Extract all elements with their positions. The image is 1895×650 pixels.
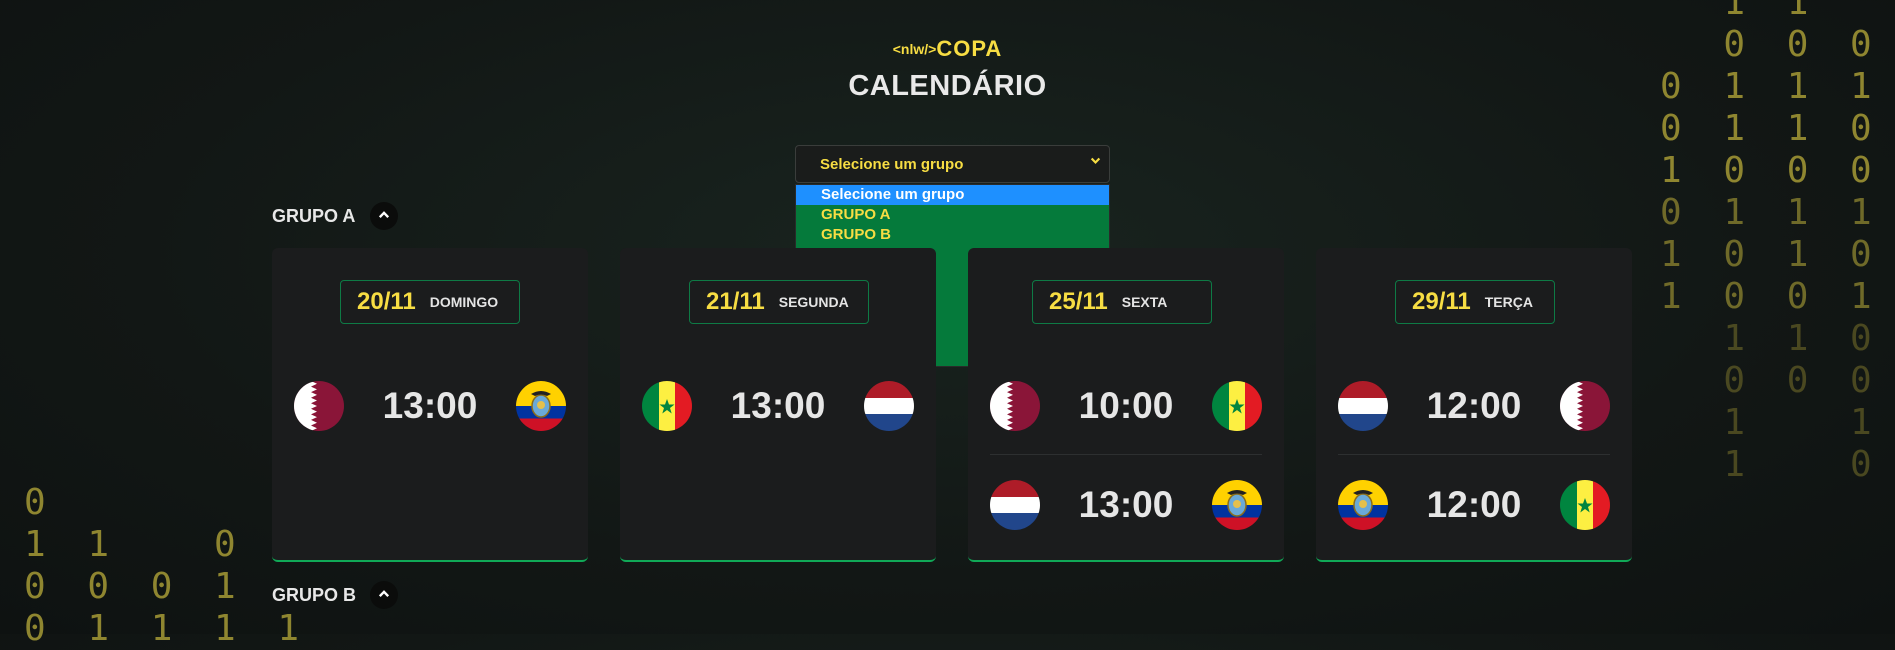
- match: 13:00: [990, 480, 1262, 532]
- match: 13:00: [294, 381, 566, 433]
- chevron-down-icon: [1090, 154, 1101, 169]
- match-date: 20/11 DOMINGO: [340, 280, 520, 324]
- match-day-card: 21/11 SEGUNDA 13:00: [620, 248, 936, 562]
- page-header: <nlw/>COPA CALENDÁRIO: [0, 36, 1895, 103]
- chevron-up-icon: [378, 209, 390, 224]
- flag-netherlands-icon: [864, 381, 914, 431]
- logo-name: COPA: [936, 36, 1003, 61]
- match-divider: [990, 454, 1262, 455]
- match-date: 21/11 SEGUNDA: [689, 280, 869, 324]
- match-date: 29/11 TERÇA: [1395, 280, 1555, 324]
- binary-decoration-left: 01 1 00 0 0 10 1 1 1 1: [24, 482, 310, 649]
- weekday-label: TERÇA: [1484, 294, 1533, 310]
- dropdown-option-grupo-a[interactable]: GRUPO A: [796, 205, 1109, 225]
- dropdown-option-grupo-b[interactable]: GRUPO B: [796, 225, 1109, 245]
- group-select-value: Selecione um grupo: [820, 156, 964, 173]
- date-value: 25/11: [1049, 288, 1108, 315]
- collapse-toggle[interactable]: [370, 581, 398, 609]
- match: 10:00: [990, 381, 1262, 433]
- weekday-label: SEGUNDA: [778, 294, 849, 310]
- weekday-label: DOMINGO: [429, 294, 499, 310]
- date-value: 29/11: [1412, 288, 1471, 315]
- flag-ecuador-icon: [1212, 480, 1262, 530]
- match-day-card: 25/11 SEXTA 10:00 13:00: [968, 248, 1284, 562]
- logo: <nlw/>COPA: [0, 36, 1895, 62]
- flag-senegal-icon: [1560, 480, 1610, 530]
- match-day-card: 20/11 DOMINGO 13:00: [272, 248, 588, 562]
- page-title: CALENDÁRIO: [848, 70, 1047, 102]
- logo-prefix: <nlw/>: [892, 41, 937, 57]
- flag-ecuador-icon: [516, 381, 566, 431]
- weekday-label: SEXTA: [1121, 294, 1168, 310]
- match: 13:00: [642, 381, 914, 433]
- group-title: GRUPO A: [272, 206, 356, 226]
- match: 12:00: [1338, 480, 1610, 532]
- group-select[interactable]: Selecione um grupo: [795, 145, 1110, 183]
- date-value: 21/11: [706, 288, 765, 315]
- date-value: 20/11: [357, 288, 416, 315]
- match-date: 25/11 SEXTA: [1032, 280, 1212, 324]
- match-divider: [1338, 454, 1610, 455]
- match-day-card: 29/11 TERÇA 12:00 12:00: [1316, 248, 1632, 562]
- dropdown-option-selecione[interactable]: Selecione um grupo: [796, 185, 1109, 206]
- collapse-toggle[interactable]: [370, 202, 398, 230]
- match: 12:00: [1338, 381, 1610, 433]
- group-title: GRUPO B: [272, 585, 357, 605]
- chevron-up-icon: [378, 588, 390, 603]
- flag-senegal-icon: [1212, 381, 1262, 431]
- flag-qatar-icon: [1560, 381, 1610, 431]
